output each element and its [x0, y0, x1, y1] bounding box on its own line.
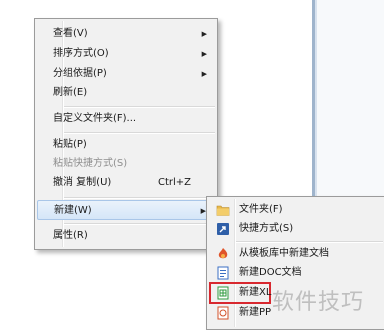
- desktop-context-menu: 查看(V) ▶ 排序方式(O) ▶ 分组依据(P) ▶ 刷新(E) 自定义文件夹…: [34, 18, 218, 250]
- wps-template-icon: [216, 247, 230, 261]
- menu-item-refresh[interactable]: 刷新(E): [37, 83, 215, 103]
- menu-item-undo-copy[interactable]: 撤消 复制(U) Ctrl+Z: [37, 173, 215, 193]
- menu-item-customize-folder[interactable]: 自定义文件夹(F)...: [37, 109, 215, 129]
- folder-icon: [216, 203, 230, 217]
- menu-item-properties[interactable]: 属性(R): [37, 226, 215, 246]
- submenu-item-template[interactable]: 从模板库中新建文档: [209, 244, 383, 264]
- submenu-arrow-icon: ▶: [201, 30, 207, 38]
- submenu-arrow-icon: ▶: [201, 50, 207, 58]
- xls-icon: [216, 286, 230, 300]
- submenu-arrow-icon: ▶: [201, 70, 207, 78]
- menu-item-paste-shortcut[interactable]: 粘贴快捷方式(S): [37, 154, 215, 174]
- doc-icon: [216, 266, 230, 280]
- submenu-item-shortcut[interactable]: 快捷方式(S): [209, 219, 383, 239]
- menu-separator: [64, 106, 215, 108]
- watermark-text: 软件技巧: [272, 290, 365, 315]
- menu-separator: [64, 197, 215, 199]
- menu-item-group-by[interactable]: 分组依据(P) ▶: [37, 64, 215, 84]
- menu-item-view[interactable]: 查看(V) ▶: [37, 24, 215, 44]
- submenu-item-new-doc[interactable]: 新建DOC文档: [209, 263, 383, 283]
- ppt-icon: [216, 306, 230, 320]
- shortcut-icon: [216, 222, 230, 236]
- menu-separator: [64, 223, 215, 225]
- submenu-item-folder[interactable]: 文件夹(F): [209, 200, 383, 220]
- menu-item-new[interactable]: 新建(W) ▶: [37, 200, 215, 220]
- menu-separator: [64, 132, 215, 134]
- shortcut-text: Ctrl+Z: [157, 177, 191, 188]
- menu-separator: [236, 241, 383, 243]
- menu-item-paste[interactable]: 粘贴(P): [37, 135, 215, 155]
- menu-item-sort-by[interactable]: 排序方式(O) ▶: [37, 44, 215, 64]
